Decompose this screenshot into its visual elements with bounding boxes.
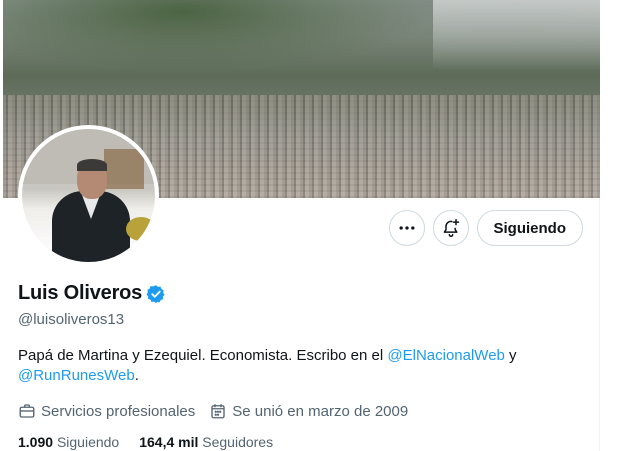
avatar-plant [126,217,155,241]
meta-category: Servicios profesionales [18,402,195,420]
profile-info: Luis Oliveros @luisoliveros13 Papá de Ma… [18,282,588,450]
profile-meta: Servicios profesionales Se unió en marzo… [18,402,588,420]
banner-sky [433,0,600,70]
profile-header: Siguiendo Luis Oliveros @luisoliveros13 … [0,0,600,451]
avatar-bg-window [104,149,144,189]
profile-stats: 1.090 Siguiendo 164,4 mil Seguidores [18,434,588,450]
following-count-link[interactable]: 1.090 Siguiendo [18,434,119,450]
bio-text: y [504,347,517,364]
profile-actions: Siguiendo [388,210,583,246]
notifications-button[interactable] [432,210,469,246]
name-row: Luis Oliveros [18,282,588,305]
calendar-icon [211,404,225,419]
meta-joined: Se unió en marzo de 2009 [209,402,408,420]
meta-category-text: Servicios profesionales [41,402,196,420]
avatar-person-hair [77,159,107,171]
user-handle: @luisoliveros13 [18,311,125,328]
followers-label: Seguidores [202,434,274,450]
avatar-photo [22,129,155,262]
followers-count: 164,4 mil [139,434,199,450]
bell-plus-icon [443,218,459,238]
profile-bio: Papá de Martina y Ezequiel. Economista. … [18,346,588,386]
more-horizontal-icon [399,226,414,230]
briefcase-icon [19,404,35,418]
bio-mention-link[interactable]: @RunRunesWeb [18,367,135,384]
following-label: Siguiendo [56,434,120,450]
meta-joined-text: Se unió en marzo de 2009 [232,402,409,420]
bio-text: . [134,367,139,384]
display-name: Luis Oliveros [18,282,143,304]
more-button[interactable] [388,210,425,246]
verified-badge-icon[interactable] [146,284,166,304]
following-count: 1.090 [18,434,54,450]
avatar[interactable] [18,125,159,266]
bio-mention-link[interactable]: @ElNacionalWeb [387,347,505,364]
bio-text: Papá de Martina y Ezequiel. Economista. … [18,347,388,364]
followers-count-link[interactable]: 164,4 mil Seguidores [139,434,273,450]
following-button[interactable]: Siguiendo [476,210,583,246]
